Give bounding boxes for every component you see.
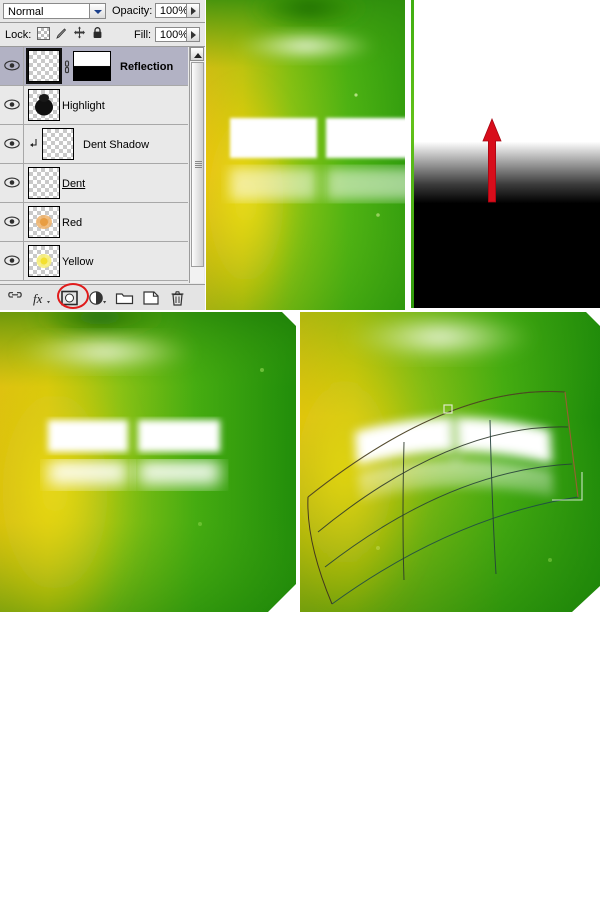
vertical-divider [296, 624, 300, 924]
layer-mask-thumbnail[interactable] [73, 51, 111, 81]
layer-thumbnail[interactable] [42, 128, 74, 160]
apple-with-warp-mesh[interactable] [300, 312, 600, 612]
lock-all-icon[interactable] [91, 26, 104, 39]
layer-row-reflection[interactable]: Reflection [0, 47, 188, 86]
scrollbar-grip-icon [195, 161, 202, 168]
red-circle-annotation [57, 283, 89, 309]
layer-visibility-cell[interactable] [0, 164, 24, 202]
eye-icon[interactable] [4, 99, 20, 110]
lock-row: Lock: Fill: 100% [0, 23, 205, 47]
trash-icon[interactable] [169, 290, 187, 306]
layer-thumbnail[interactable] [28, 206, 60, 238]
red-up-arrow-icon [478, 117, 506, 203]
lock-image-pixels-icon[interactable] [55, 27, 68, 40]
layer-thumbnail[interactable] [28, 50, 60, 82]
screenshot-root: Normal Opacity: 100% Lock: Fill: 100% Re… [0, 0, 600, 924]
layer-thumbnail[interactable] [28, 245, 60, 277]
new-layer-button[interactable] [142, 290, 160, 306]
link-layers-button[interactable] [6, 290, 24, 306]
blend-mode-value: Normal [8, 6, 44, 18]
layer-style-button[interactable]: fx [32, 290, 50, 306]
panel-gap [405, 0, 411, 310]
svg-text:fx: fx [33, 291, 43, 306]
lock-label: Lock: [5, 29, 32, 41]
opacity-label: Opacity: [112, 5, 153, 17]
blend-mode-row: Normal Opacity: 100% [0, 0, 205, 23]
chevron-down-icon[interactable] [89, 4, 105, 18]
layer-row-dent-shadow[interactable]: Dent Shadow [0, 125, 188, 164]
bottom-row [0, 312, 600, 924]
blend-mode-select[interactable]: Normal [3, 3, 106, 19]
layer-row-highlight[interactable]: Highlight [0, 86, 188, 125]
layer-name[interactable]: Highlight [62, 100, 105, 112]
eye-icon[interactable] [4, 177, 20, 188]
layer-mask-gradient-preview[interactable] [410, 0, 600, 308]
layer-row-yellow[interactable]: Yellow [0, 242, 188, 281]
layer-visibility-cell[interactable] [0, 86, 24, 124]
layer-visibility-cell[interactable] [0, 47, 24, 85]
new-group-button[interactable] [115, 290, 134, 306]
layer-name[interactable]: Dent Shadow [83, 139, 149, 151]
layers-panel-toolbar: fx [0, 284, 205, 310]
layer-thumbnail[interactable] [28, 167, 60, 199]
fill-label: Fill: [134, 29, 152, 41]
layer-visibility-cell[interactable] [0, 203, 24, 241]
layers-panel: Normal Opacity: 100% Lock: Fill: 100% Re… [0, 0, 206, 310]
layer-row-dent[interactable]: Dent [0, 164, 188, 203]
scrollbar-thumb[interactable] [191, 62, 204, 267]
eye-icon[interactable] [4, 216, 20, 227]
layer-name[interactable]: Dent [62, 178, 85, 190]
fill-slider-button[interactable] [186, 27, 200, 42]
new-adjustment-layer-button[interactable] [88, 290, 107, 306]
layer-name[interactable]: Reflection [120, 61, 173, 73]
opacity-slider-button[interactable] [186, 3, 200, 18]
lock-transparent-pixels-icon[interactable] [37, 27, 50, 40]
link-icon[interactable] [63, 60, 71, 74]
chevron-up-icon[interactable] [190, 47, 204, 61]
apple-with-faded-reflection[interactable] [0, 312, 296, 612]
layers-scrollbar[interactable] [189, 47, 204, 283]
layer-visibility-cell[interactable] [0, 125, 24, 163]
layer-name[interactable]: Yellow [62, 256, 93, 268]
apple-with-white-reflection-bars[interactable] [206, 0, 409, 310]
eye-icon[interactable] [4, 255, 20, 266]
layer-thumbnail[interactable] [28, 89, 60, 121]
layer-list[interactable]: Reflection Highlight Dent Shadow Dent Re… [0, 47, 188, 283]
eye-icon[interactable] [4, 138, 20, 149]
eye-icon[interactable] [4, 60, 20, 71]
layer-visibility-cell[interactable] [0, 242, 24, 280]
layer-name[interactable]: Red [62, 217, 82, 229]
top-row: Normal Opacity: 100% Lock: Fill: 100% Re… [0, 0, 600, 310]
layer-row-red[interactable]: Red [0, 203, 188, 242]
lock-position-icon[interactable] [73, 26, 86, 39]
clipping-mask-arrow-icon [29, 138, 39, 150]
